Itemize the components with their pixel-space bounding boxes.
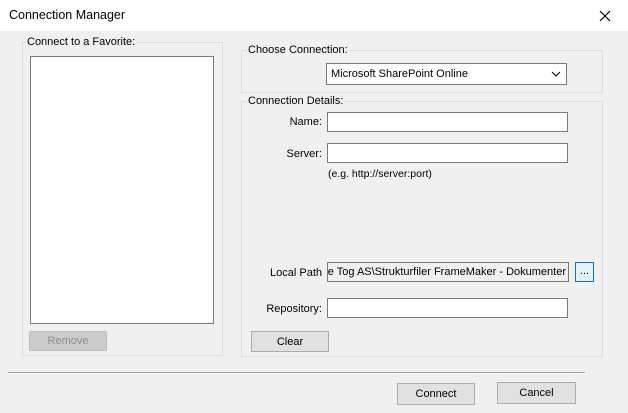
chevron-down-icon (549, 67, 563, 81)
window-title: Connection Manager (9, 8, 126, 22)
title-bar: Connection Manager (0, 0, 628, 31)
choose-connection-label: Choose Connection: (247, 44, 349, 56)
local-path-input[interactable]: ke Tog AS\Strukturfiler FrameMaker - Dok… (327, 262, 569, 282)
connection-type-select[interactable]: Microsoft SharePoint Online (326, 63, 567, 85)
connection-type-value: Microsoft SharePoint Online (331, 68, 468, 80)
name-label: Name: (289, 116, 322, 128)
browse-button[interactable]: ... (575, 262, 594, 282)
name-input[interactable] (327, 112, 568, 132)
close-button[interactable] (582, 0, 628, 31)
footer-separator (8, 372, 585, 374)
server-input[interactable] (327, 143, 568, 163)
cancel-button[interactable]: Cancel (497, 382, 576, 404)
repository-label: Repository: (266, 303, 322, 315)
close-icon (599, 10, 611, 21)
connect-button[interactable]: Connect (397, 383, 475, 405)
favorites-group-label: Connect to a Favorite: (26, 36, 137, 48)
connection-details-group (241, 101, 603, 357)
connection-details-label: Connection Details: (247, 95, 345, 107)
local-path-label: Local Path (270, 267, 322, 279)
favorites-list[interactable] (30, 56, 214, 324)
server-hint: (e.g. http://server:port) (328, 168, 432, 180)
repository-input[interactable] (327, 298, 568, 318)
server-label: Server: (286, 148, 322, 160)
local-path-value: ke Tog AS\Strukturfiler FrameMaker - Dok… (327, 266, 566, 278)
clear-button[interactable]: Clear (251, 331, 329, 352)
remove-button[interactable]: Remove (29, 331, 107, 351)
